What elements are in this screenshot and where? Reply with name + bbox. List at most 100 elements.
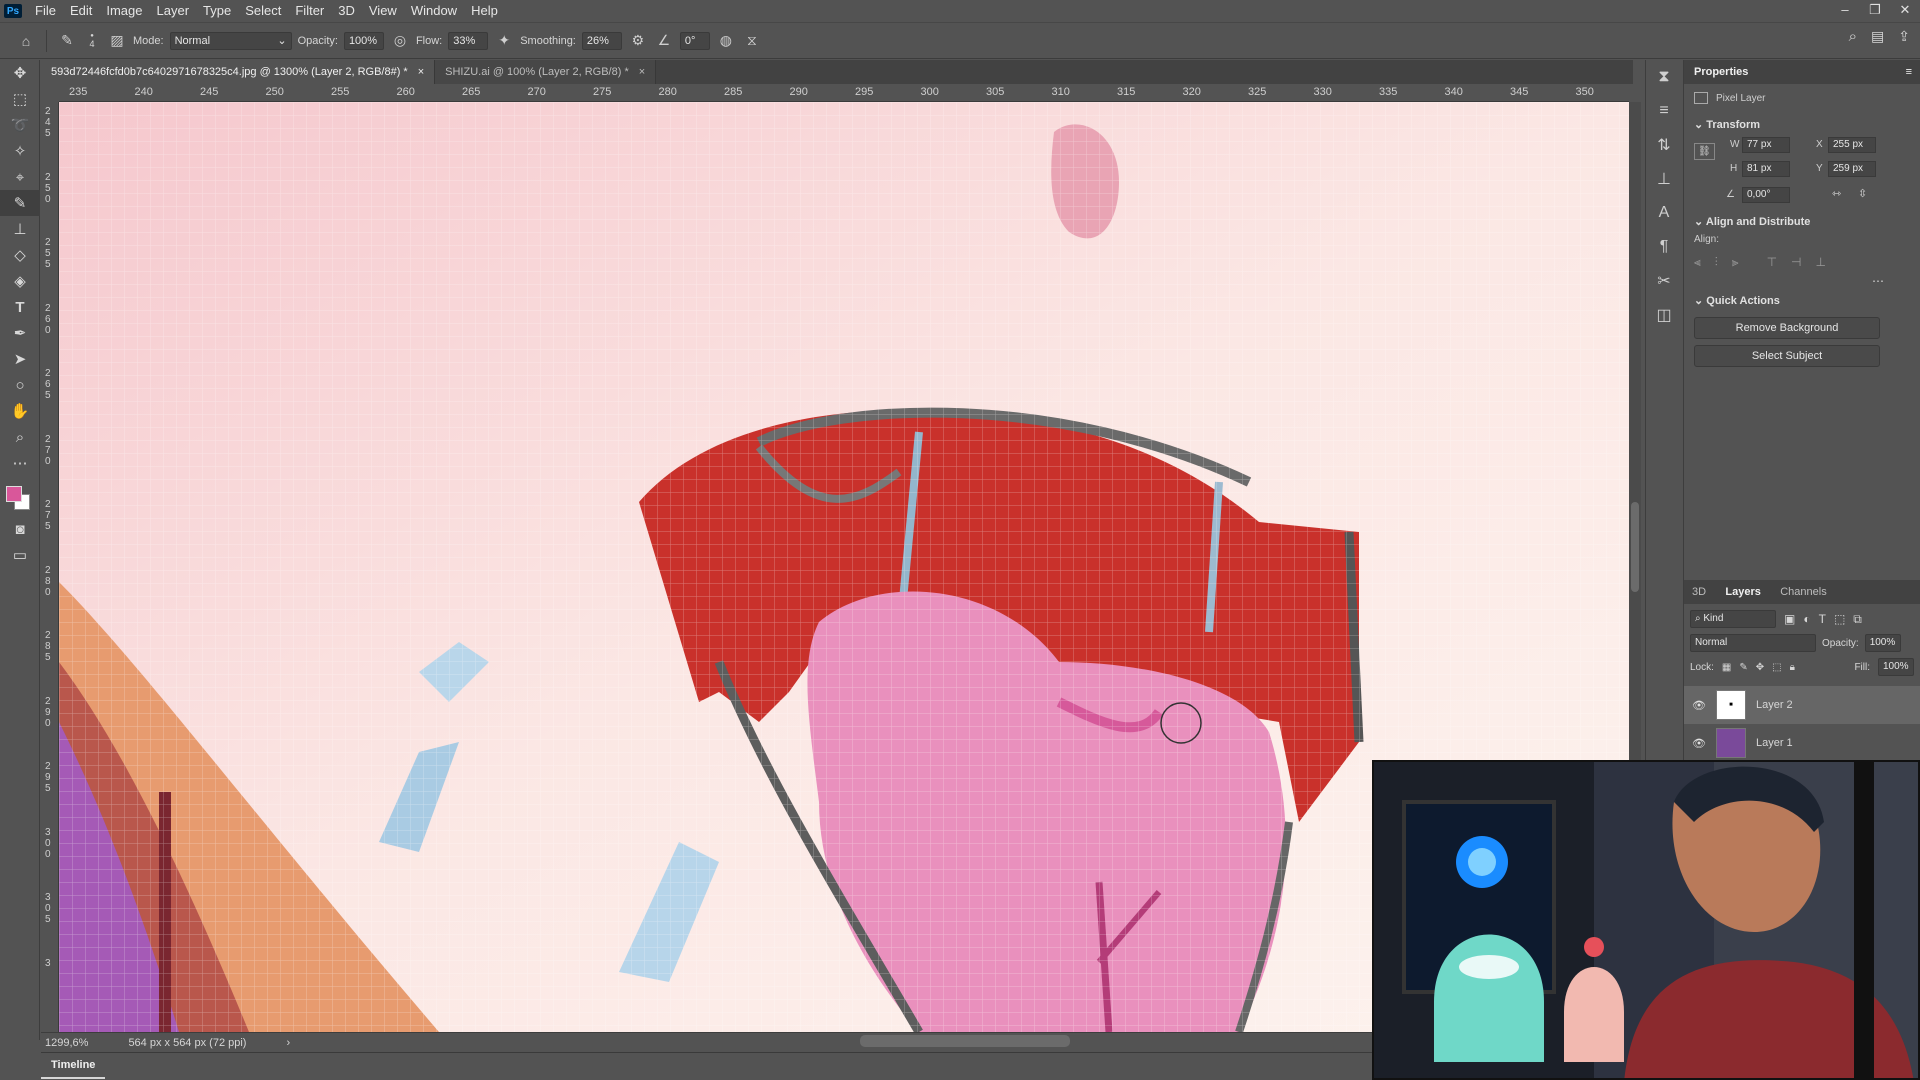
panel-menu-icon[interactable]: ≡	[1906, 66, 1912, 78]
tools-panel-icon[interactable]: ✂	[1646, 264, 1682, 298]
stamp-tool-icon[interactable]: ⊥	[0, 216, 40, 242]
tab-document-1[interactable]: 593d72446fcfd0b7c6402971678325c4.jpg @ 1…	[41, 60, 436, 84]
brush-preset-icon[interactable]: ✎	[57, 31, 77, 51]
visibility-eye-icon[interactable]: 👁︎	[1692, 699, 1706, 712]
brush-settings-icon[interactable]: ≡	[1646, 94, 1682, 128]
menu-window[interactable]: Window	[404, 0, 464, 22]
tab-document-2[interactable]: SHIZU.ai @ 100% (Layer 2, RGB/8) * ×	[435, 60, 657, 84]
lasso-tool-icon[interactable]: ➰	[0, 112, 40, 138]
height-field[interactable]: 81 px	[1742, 161, 1790, 177]
lock-artboard-icon[interactable]: ⬚	[1772, 662, 1781, 673]
filter-smart-icon[interactable]: ⧉	[1853, 612, 1862, 627]
smoothing-field[interactable]: 26%	[581, 31, 622, 50]
visibility-eye-icon[interactable]: 👁︎	[1692, 737, 1706, 750]
panel-title[interactable]: Properties	[1694, 66, 1748, 78]
lock-position-icon[interactable]: ✥	[1756, 662, 1764, 673]
lock-transparent-icon[interactable]: ▦	[1722, 662, 1731, 673]
layer-opacity-field[interactable]: 100%	[1864, 634, 1901, 652]
angle-field[interactable]: 0,00°	[1742, 187, 1790, 203]
gear-icon[interactable]: ⚙	[628, 31, 648, 51]
scroll-thumb[interactable]	[1631, 502, 1639, 592]
menu-view[interactable]: View	[362, 0, 404, 22]
workspace-icon[interactable]: ▤	[1871, 28, 1884, 45]
stamp-panel-icon[interactable]: ⊥	[1646, 162, 1682, 196]
more-options-icon[interactable]: ⋯	[1684, 274, 1920, 288]
layer-row-layer-2[interactable]: 👁︎ ■ Layer 2	[1684, 686, 1920, 724]
eyedropper-tool-icon[interactable]: ⌖	[0, 164, 40, 190]
share-icon[interactable]: ⇪	[1898, 28, 1910, 45]
menu-type[interactable]: Type	[196, 0, 238, 22]
eraser-tool-icon[interactable]: ◇	[0, 242, 40, 268]
history-icon[interactable]: ⧗	[1646, 60, 1682, 94]
layer-filter-select[interactable]: ⌕ Kind	[1690, 610, 1776, 628]
adjustments-icon[interactable]: ⇅	[1646, 128, 1682, 162]
lock-all-icon[interactable]: 🔒︎	[1790, 662, 1795, 673]
blend-mode-select[interactable]: Normal	[1690, 634, 1816, 652]
close-icon[interactable]: ×	[639, 60, 645, 84]
align-middle-icon[interactable]: ⊣	[1791, 255, 1801, 270]
type-tool-icon[interactable]: T	[0, 294, 40, 320]
pressure-opacity-icon[interactable]: ◎	[390, 31, 410, 51]
airbrush-icon[interactable]: ✦	[494, 31, 514, 51]
minimize-icon[interactable]: –	[1830, 0, 1860, 22]
menu-select[interactable]: Select	[238, 0, 288, 22]
flip-vertical-icon[interactable]: ⇳	[1858, 187, 1867, 200]
more-tools-icon[interactable]: ⋯	[0, 450, 40, 476]
tab-3d[interactable]: 3D	[1684, 580, 1714, 604]
menu-filter[interactable]: Filter	[288, 0, 331, 22]
layer-name[interactable]: Layer 1	[1756, 737, 1793, 749]
width-field[interactable]: 77 px	[1742, 137, 1790, 153]
angle-field[interactable]: 0°	[679, 31, 710, 50]
opacity-field[interactable]: 100%	[343, 31, 384, 50]
character-icon[interactable]: A	[1646, 196, 1682, 230]
x-field[interactable]: 255 px	[1828, 137, 1876, 153]
symmetry-icon[interactable]: ⧖	[742, 31, 762, 51]
align-center-icon[interactable]: ⫶	[1715, 255, 1718, 270]
align-bottom-icon[interactable]: ⊥	[1815, 255, 1825, 270]
foreground-color-swatch[interactable]	[6, 486, 22, 502]
horizontal-scroll-thumb[interactable]	[860, 1035, 1070, 1047]
filter-adjustment-icon[interactable]: ◐	[1803, 612, 1810, 626]
remove-background-button[interactable]: Remove Background	[1694, 317, 1880, 339]
close-icon[interactable]: ×	[418, 60, 424, 84]
chevron-right-icon[interactable]: ›	[286, 1037, 290, 1049]
path-selection-tool-icon[interactable]: ➤	[0, 346, 40, 372]
paragraph-icon[interactable]: ¶	[1646, 230, 1682, 264]
menu-help[interactable]: Help	[464, 0, 505, 22]
link-icon[interactable]: ⛓	[1694, 143, 1715, 160]
mode-select[interactable]: Normal ⌄	[169, 31, 292, 50]
photoshop-logo-icon[interactable]: Ps	[4, 4, 22, 18]
align-right-icon[interactable]: ⫸	[1732, 255, 1739, 270]
align-left-icon[interactable]: ⫷	[1694, 255, 1701, 270]
select-subject-button[interactable]: Select Subject	[1694, 345, 1880, 367]
quick-actions-section-title[interactable]: ⌄ Quick Actions	[1684, 288, 1920, 307]
move-tool-icon[interactable]: ✥	[0, 60, 40, 86]
layer-row-layer-1[interactable]: 👁︎ Layer 1	[1684, 724, 1920, 762]
lock-image-icon[interactable]: ✎	[1739, 662, 1747, 673]
y-field[interactable]: 259 px	[1828, 161, 1876, 177]
paint-bucket-tool-icon[interactable]: ◈	[0, 268, 40, 294]
hand-tool-icon[interactable]: ✋	[0, 398, 40, 424]
ellipse-tool-icon[interactable]: ○	[0, 372, 40, 398]
flow-field[interactable]: 33%	[448, 31, 489, 50]
menu-file[interactable]: File	[28, 0, 63, 22]
zoom-level[interactable]: 1299,6%	[45, 1037, 88, 1049]
brush-tool-icon[interactable]: ✎	[0, 190, 40, 216]
quick-mask-icon[interactable]: ◙	[0, 516, 40, 542]
pressure-size-icon[interactable]: ◍	[716, 31, 736, 51]
menu-image[interactable]: Image	[99, 0, 149, 22]
restore-icon[interactable]: ❐	[1860, 0, 1890, 22]
search-icon[interactable]: ⌕	[1849, 28, 1857, 45]
menu-edit[interactable]: Edit	[63, 0, 99, 22]
document-info[interactable]: 564 px x 564 px (72 ppi)	[128, 1037, 246, 1049]
libraries-icon[interactable]: ◫	[1646, 298, 1682, 332]
layer-name[interactable]: Layer 2	[1756, 699, 1793, 711]
marquee-tool-icon[interactable]: ⬚	[0, 86, 40, 112]
close-window-icon[interactable]: ✕	[1890, 0, 1920, 22]
filter-type-icon[interactable]: T	[1819, 612, 1826, 626]
filter-shape-icon[interactable]: ⬚	[1834, 612, 1845, 626]
align-section-title[interactable]: ⌄ Align and Distribute	[1684, 209, 1920, 228]
screen-mode-icon[interactable]: ▭	[0, 542, 40, 568]
flip-horizontal-icon[interactable]: ⇿	[1832, 187, 1841, 200]
tab-layers[interactable]: Layers	[1717, 580, 1768, 604]
